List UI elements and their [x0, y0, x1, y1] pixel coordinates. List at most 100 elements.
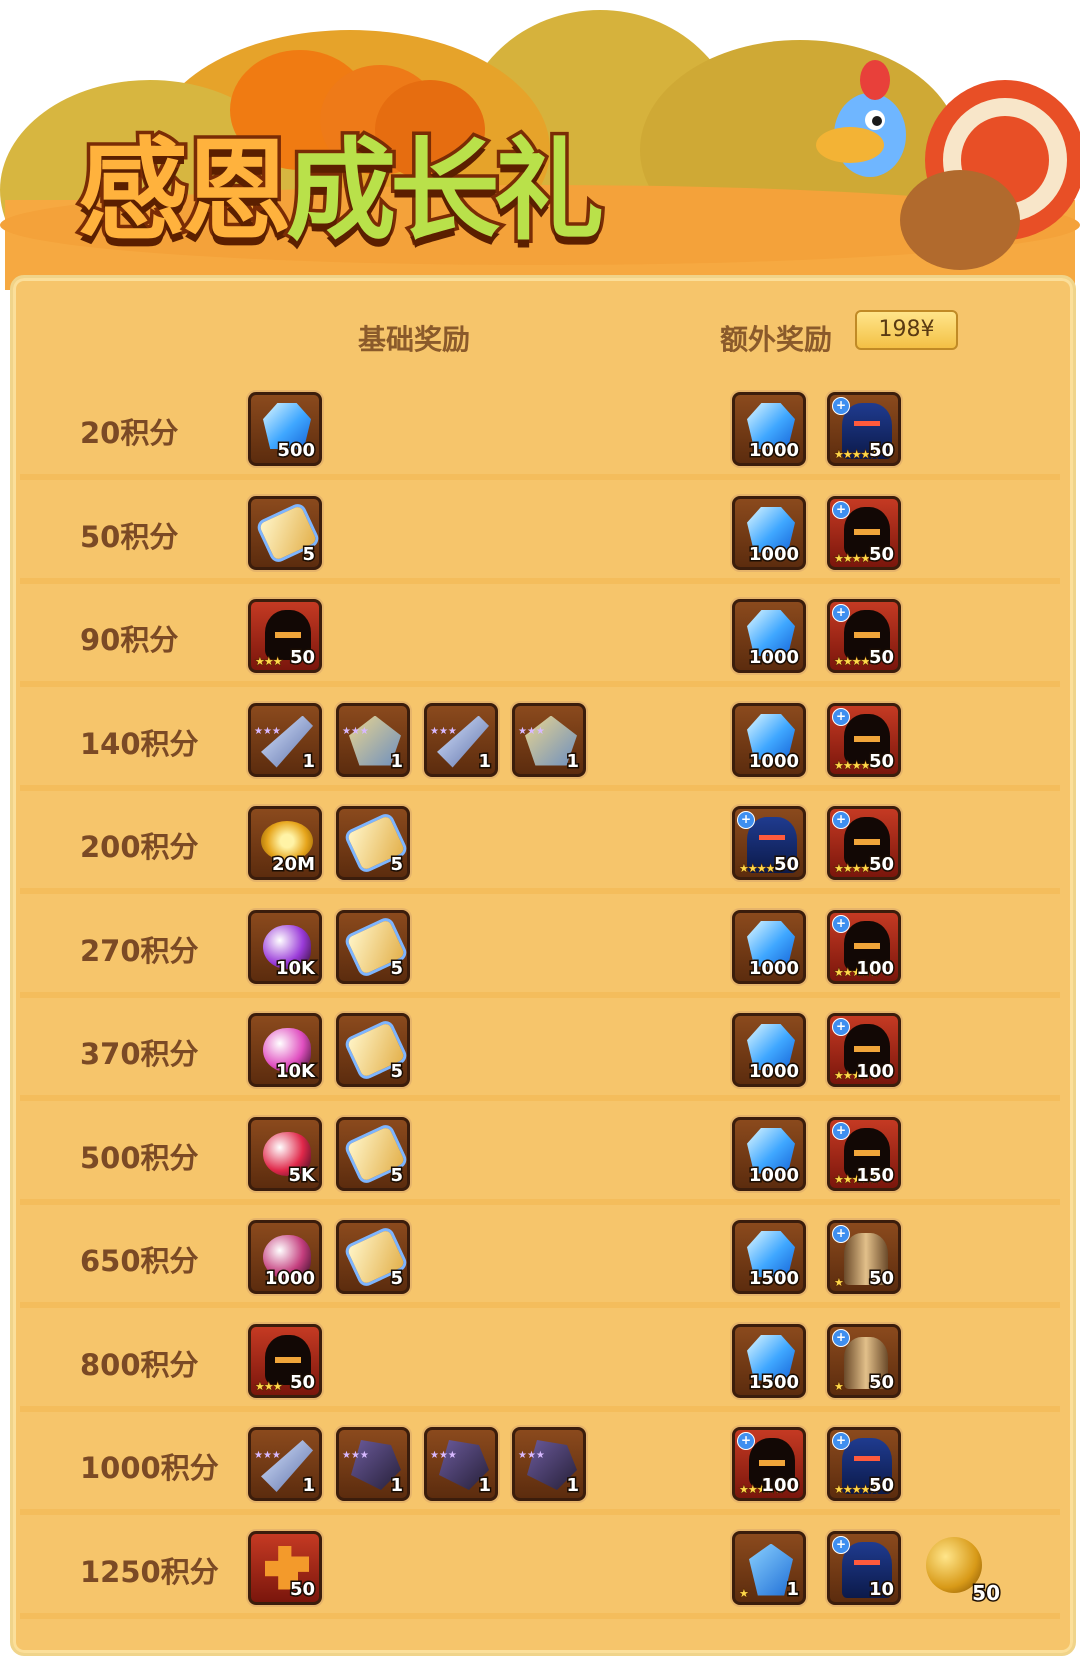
scroll-icon[interactable]: 5: [336, 1220, 410, 1294]
plus-badge-icon: +: [832, 604, 850, 622]
log-hero-icon[interactable]: + ★ 50: [827, 1220, 901, 1294]
reward-quantity: 50: [867, 439, 895, 463]
reward-quantity: 100: [855, 956, 896, 980]
plus-badge-icon: +: [832, 811, 850, 829]
dark-hero-icon[interactable]: + ★★★★ 50: [827, 806, 901, 880]
dark-hero-icon[interactable]: + ★★★★★ 150: [827, 1116, 901, 1191]
reward-quantity: 1500: [747, 1370, 800, 1394]
knight-hero-icon[interactable]: + ★★★★ 50: [732, 806, 806, 880]
knight-hero-icon[interactable]: + ★★★★★ 50: [827, 1427, 901, 1501]
dark-hero-icon[interactable]: + ★★★★ 50: [827, 495, 901, 570]
reward-row: 200积分 20M 5 + ★★★★ 50 + ★★★★ 50: [20, 794, 1060, 894]
reward-quantity: 1: [389, 749, 404, 773]
reward-quantity: 500: [276, 439, 317, 463]
scroll-icon[interactable]: 5: [248, 495, 322, 570]
reward-quantity: 1: [477, 749, 492, 773]
reward-quantity: 50: [772, 853, 800, 877]
dark-hero-icon[interactable]: + ★★★★★ 100: [732, 1427, 806, 1501]
reward-quantity: 50: [867, 646, 895, 670]
row-divider: [20, 1509, 1060, 1515]
diamond-icon[interactable]: 1000: [732, 1013, 806, 1087]
row-divider: [20, 888, 1060, 894]
dark-hero-icon[interactable]: ★★★ 50: [248, 599, 322, 673]
diamond-icon[interactable]: 1000: [732, 495, 806, 570]
title-char: 恩: [179, 124, 296, 259]
price-button[interactable]: 198¥: [855, 310, 958, 350]
diamond-icon[interactable]: 1500: [732, 1323, 806, 1398]
diamond-icon[interactable]: 1500: [732, 1220, 806, 1294]
boots-icon[interactable]: ★★★ 1: [512, 702, 586, 777]
diamond-icon[interactable]: 1000: [732, 909, 806, 984]
dark-hero-icon[interactable]: + ★★★★ 50: [827, 599, 901, 673]
title-char: 成: [283, 124, 400, 259]
scroll-icon[interactable]: 5: [336, 1013, 410, 1087]
purple-potion-icon[interactable]: 10K: [248, 909, 322, 984]
reward-quantity: 5: [389, 853, 404, 877]
plus-badge-icon: +: [832, 1018, 850, 1036]
log-hero-icon[interactable]: + ★ 50: [827, 1323, 901, 1398]
reward-quantity: 1: [301, 1474, 316, 1498]
reward-quantity: 10: [867, 1577, 895, 1601]
diamond-icon[interactable]: 1000: [732, 599, 806, 673]
gold-bag-icon[interactable]: 50: [920, 1531, 1001, 1606]
paladin-hero-icon[interactable]: +10: [827, 1530, 901, 1605]
star-rating-icon: ★★★★: [833, 862, 870, 876]
dark-helm-icon[interactable]: ★★★ 1: [512, 1427, 586, 1501]
reward-quantity: 5K: [287, 1163, 317, 1187]
reward-row: 800积分 ★★★ 50 1500 + ★ 50: [20, 1312, 1060, 1412]
purple-stars-icon: ★★★: [518, 1450, 545, 1461]
star-rating-icon: ★★★★: [738, 862, 775, 876]
reward-quantity: 1000: [747, 1163, 800, 1187]
dark-gauntlet-icon[interactable]: ★★★ 1: [336, 1427, 410, 1501]
diamond-icon[interactable]: 1000: [732, 702, 806, 777]
gold-coin-icon[interactable]: 20M: [248, 806, 322, 880]
reward-quantity: 20M: [271, 853, 317, 877]
diamond-icon[interactable]: 500: [248, 392, 322, 466]
reward-quantity: 1000: [747, 646, 800, 670]
star-rating-icon: ★★★: [255, 1379, 284, 1393]
event-title: 感恩成长礼: [40, 95, 760, 259]
plus-badge-icon: +: [832, 1328, 850, 1347]
reward-quantity: 50: [867, 1267, 895, 1291]
pink-crystal-icon[interactable]: 10K: [248, 1013, 322, 1087]
reward-quantity: 1000: [747, 749, 800, 773]
diamond-icon[interactable]: 1000: [732, 392, 806, 466]
reward-quantity: 50: [867, 749, 895, 773]
puzzle-piece-icon[interactable]: 50: [248, 1530, 322, 1605]
extra-reward-header: 额外奖励: [720, 323, 833, 356]
fire-hero-icon[interactable]: ★★★ 50: [248, 1323, 322, 1398]
dark-armor-icon[interactable]: ★★★ 1: [424, 1427, 498, 1501]
dark-hero-icon[interactable]: + ★★★★ 50: [827, 702, 901, 777]
plus-badge-icon: +: [832, 1121, 850, 1140]
reward-quantity: 1: [477, 1474, 492, 1498]
ore-icon[interactable]: 1000: [248, 1220, 322, 1294]
scroll-icon[interactable]: 5: [336, 909, 410, 984]
scroll-icon[interactable]: 5: [336, 1116, 410, 1191]
plus-badge-icon: +: [832, 1535, 850, 1554]
reward-quantity: 5: [389, 1267, 404, 1291]
armor-icon[interactable]: ★★★ 1: [336, 702, 410, 777]
reward-row: 650积分 1000 5 1500 + ★ 50: [20, 1208, 1060, 1308]
reward-quantity: 150: [855, 1163, 896, 1187]
diamond-icon[interactable]: 1000: [732, 1116, 806, 1191]
emblem-icon[interactable]: ★ 1: [732, 1530, 806, 1605]
dark-hero-icon[interactable]: + ★★★★★ 100: [827, 1013, 901, 1087]
scroll-icon[interactable]: 5: [336, 806, 410, 880]
plus-badge-icon: +: [737, 1432, 755, 1450]
reward-row: 20积分 500 1000 + ★★★★★ 50: [20, 380, 1060, 480]
row-divider: [20, 1302, 1060, 1308]
red-gem-icon[interactable]: 5K: [248, 1116, 322, 1191]
crossbow-icon[interactable]: ★★★ 1: [248, 702, 322, 777]
title-char: 感: [75, 124, 192, 259]
event-banner: 感恩成长礼: [0, 0, 1080, 290]
blade-icon[interactable]: ★★★ 1: [248, 1427, 322, 1501]
row-divider: [20, 1405, 1060, 1412]
star-rating-icon: ★: [834, 1379, 845, 1393]
sword-icon[interactable]: ★★★ 1: [424, 702, 498, 777]
dark-hero-icon[interactable]: + ★★★★★ 100: [827, 909, 901, 984]
knight-hero-icon[interactable]: + ★★★★★ 50: [827, 392, 901, 466]
reward-quantity: 1000: [747, 542, 800, 566]
reward-quantity: 50: [867, 542, 895, 566]
reward-quantity: 1000: [747, 439, 800, 463]
reward-quantity: 100: [760, 1474, 801, 1498]
